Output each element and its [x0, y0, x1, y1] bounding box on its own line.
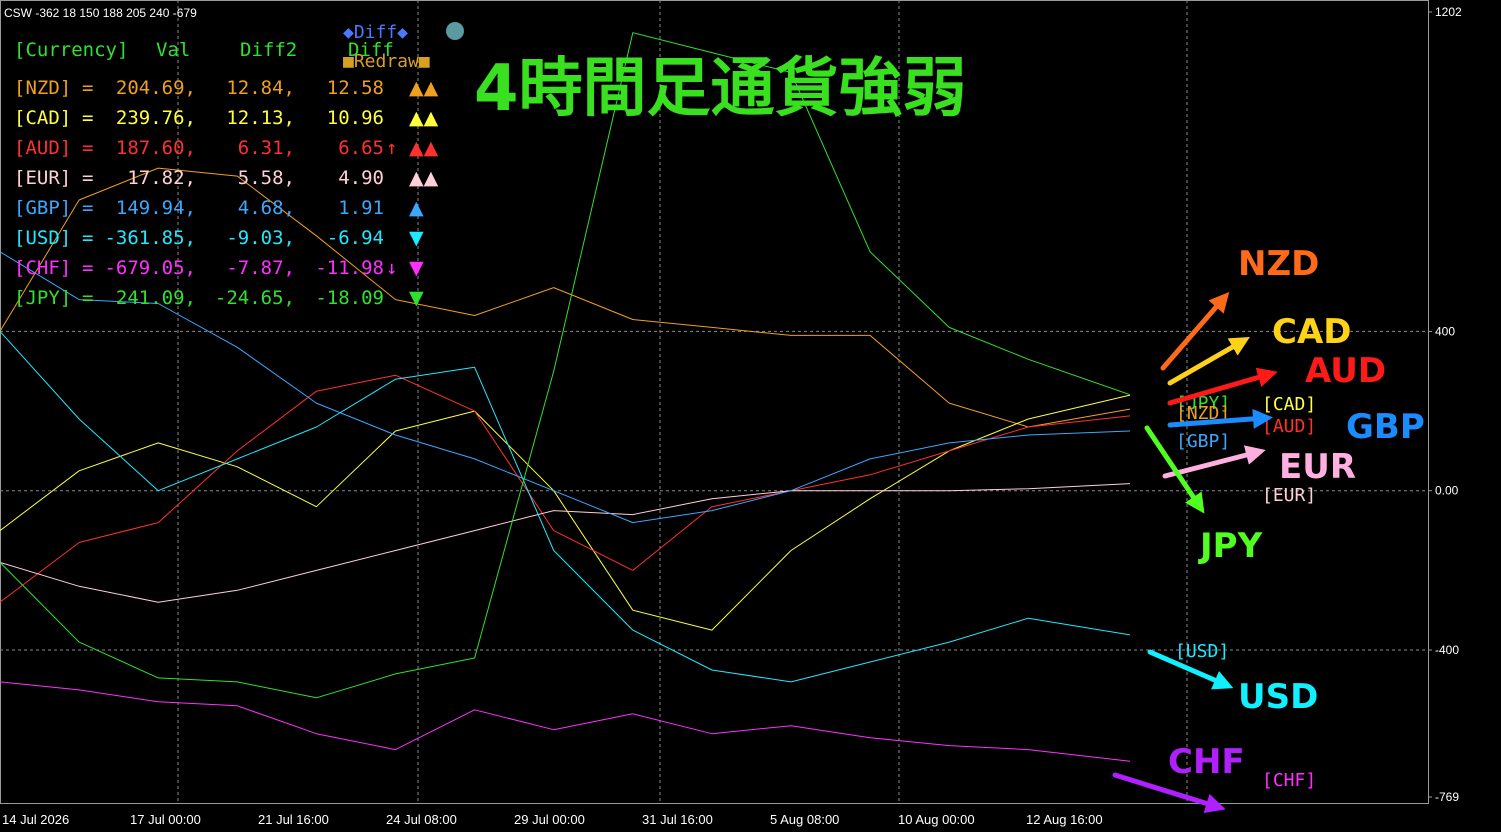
row-label: [NZD] — [14, 77, 71, 99]
row-eq: = — [82, 197, 93, 219]
row-arrow: ↓ — [386, 257, 397, 279]
row-trend-marks: ▲▲ — [409, 167, 439, 189]
annotation-label-usd: USD — [1238, 677, 1318, 717]
end-label-chf: [CHF] — [1262, 770, 1316, 791]
row-diff2: 12.84, — [226, 77, 295, 99]
panel-header-val: Val — [156, 39, 190, 61]
panel-header-diff2: Diff2 — [240, 39, 297, 61]
row-eq: = — [82, 107, 93, 129]
row-eq: = — [82, 137, 93, 159]
row-diff: 10.96 — [327, 107, 384, 129]
x-tick-label: 5 Aug 08:00 — [770, 812, 839, 827]
row-label: [USD] — [14, 227, 71, 249]
y-tick-label: -769 — [1435, 790, 1459, 804]
row-eq: = — [82, 287, 93, 309]
x-tick-label: 14 Jul 2026 — [2, 812, 69, 827]
row-val: 149.94, — [116, 197, 196, 219]
x-tick-label: 31 Jul 16:00 — [642, 812, 713, 827]
status-circle-icon — [446, 22, 464, 40]
row-label: [EUR] — [14, 167, 71, 189]
row-label: [AUD] — [14, 137, 71, 159]
row-diff2: -7.87, — [226, 257, 295, 279]
row-diff2: -9.03, — [226, 227, 295, 249]
annotation-label-jpy: JPY — [1198, 526, 1263, 566]
y-tick-label: 400 — [1435, 324, 1455, 338]
annotation-label-cad: CAD — [1272, 312, 1352, 352]
end-label-eur: [EUR] — [1262, 485, 1316, 506]
end-label-usd: [USD] — [1175, 641, 1229, 662]
window-header: CSW -362 18 150 188 205 240 -679 — [4, 6, 197, 20]
end-label-cad: [CAD] — [1262, 394, 1316, 415]
panel-header-currency: [Currency] — [14, 39, 128, 61]
row-eq: = — [82, 227, 93, 249]
x-tick-label: 24 Jul 08:00 — [386, 812, 457, 827]
end-label-gbp: [GBP] — [1176, 431, 1230, 452]
row-val: 239.76, — [116, 107, 196, 129]
row-label: [CAD] — [14, 107, 71, 129]
row-diff2: 12.13, — [226, 107, 295, 129]
row-val: -361.85, — [104, 227, 196, 249]
panel-header-diff: Diff — [348, 39, 394, 61]
row-diff: 1.91 — [338, 197, 384, 219]
row-val: 241.09, — [116, 287, 196, 309]
annotation-label-aud: AUD — [1305, 351, 1386, 391]
row-trend-marks: ▲▲ — [409, 77, 439, 99]
row-label: [GBP] — [14, 197, 71, 219]
overlay-title: 4時間足通貨強弱 — [474, 52, 967, 126]
row-val: 204.69, — [116, 77, 196, 99]
annotation-label-eur: EUR — [1279, 447, 1356, 487]
row-diff: -6.94 — [327, 227, 384, 249]
x-tick-label: 10 Aug 00:00 — [898, 812, 975, 827]
annotation-label-nzd: NZD — [1238, 244, 1319, 284]
annotation-label-gbp: GBP — [1346, 407, 1425, 447]
row-diff2: 6.31, — [238, 137, 295, 159]
row-trend-marks: ▲▲ — [409, 107, 439, 129]
row-val: -679.05, — [104, 257, 196, 279]
row-arrow: ↑ — [386, 137, 397, 159]
row-label: [CHF] — [14, 257, 71, 279]
y-tick-label: -400 — [1435, 643, 1459, 657]
row-label: [JPY] — [14, 287, 71, 309]
x-tick-label: 29 Jul 00:00 — [514, 812, 585, 827]
row-diff2: 4.68, — [238, 197, 295, 219]
row-diff2: -24.65, — [215, 287, 295, 309]
x-tick-label: 12 Aug 16:00 — [1026, 812, 1103, 827]
row-diff: 6.65 — [338, 137, 384, 159]
x-axis: 14 Jul 2026 17 Jul 00:00 21 Jul 16:00 24 Ju… — [2, 812, 1103, 827]
row-trend-marks: ▼ — [409, 257, 424, 279]
currency-strength-chart: 1202 400 0.00 -400 -769 14 Jul 2026 17 Jul 00… — [0, 0, 1501, 832]
row-trend-marks: ▼ — [409, 227, 424, 249]
row-eq: = — [82, 167, 93, 189]
x-tick-label: 21 Jul 16:00 — [258, 812, 329, 827]
row-trend-marks: ▼ — [409, 287, 424, 309]
row-eq: = — [82, 257, 93, 279]
row-diff: 4.90 — [338, 167, 384, 189]
row-diff: -11.98 — [315, 257, 384, 279]
y-tick-label: 1202 — [1435, 5, 1462, 19]
row-trend-marks: ▲▲ — [409, 137, 439, 159]
y-tick-label: 0.00 — [1435, 484, 1459, 498]
x-tick-label: 17 Jul 00:00 — [130, 812, 201, 827]
row-diff: 12.58 — [327, 77, 384, 99]
end-label-aud: [AUD] — [1262, 416, 1316, 437]
row-val: 187.60, — [116, 137, 196, 159]
row-eq: = — [82, 77, 93, 99]
row-diff: -18.09 — [315, 287, 384, 309]
row-diff2: 5.58, — [238, 167, 295, 189]
row-trend-marks: ▲ — [409, 197, 424, 219]
annotation-label-chf: CHF — [1168, 742, 1245, 782]
row-val: 17.82, — [127, 167, 196, 189]
